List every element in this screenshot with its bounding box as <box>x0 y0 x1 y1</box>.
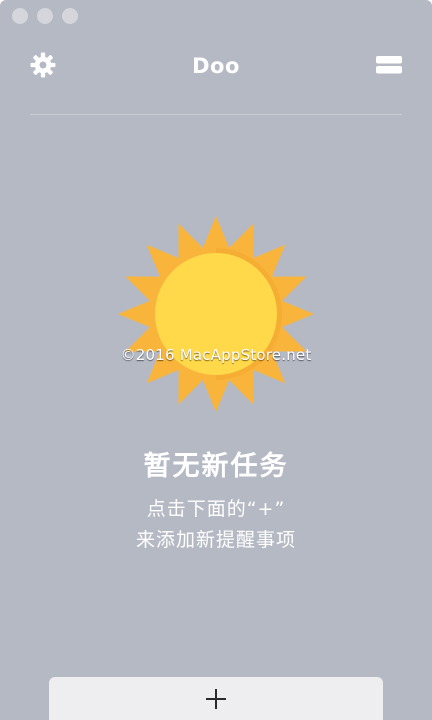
app-window: Doo ©2016 MacAppStore.net 暂无新任务 点击下面的“+”… <box>0 0 432 720</box>
plus-icon <box>206 689 226 709</box>
close-window-button[interactable] <box>12 8 28 24</box>
empty-state-hint-line2: 来添加新提醒事项 <box>135 529 296 551</box>
watermark-text: ©2016 MacAppStore.net <box>120 346 312 364</box>
sun-icon <box>118 216 314 412</box>
zoom-window-button[interactable] <box>62 8 78 24</box>
empty-state-hint-line1: 点击下面的“+” <box>146 498 286 520</box>
header-divider <box>30 114 402 115</box>
window-controls <box>12 8 78 24</box>
menu-icon[interactable] <box>376 55 402 75</box>
minimize-window-button[interactable] <box>37 8 53 24</box>
empty-state-title: 暂无新任务 <box>143 451 289 482</box>
app-title: Doo <box>192 54 240 78</box>
add-reminder-button[interactable] <box>49 677 383 720</box>
